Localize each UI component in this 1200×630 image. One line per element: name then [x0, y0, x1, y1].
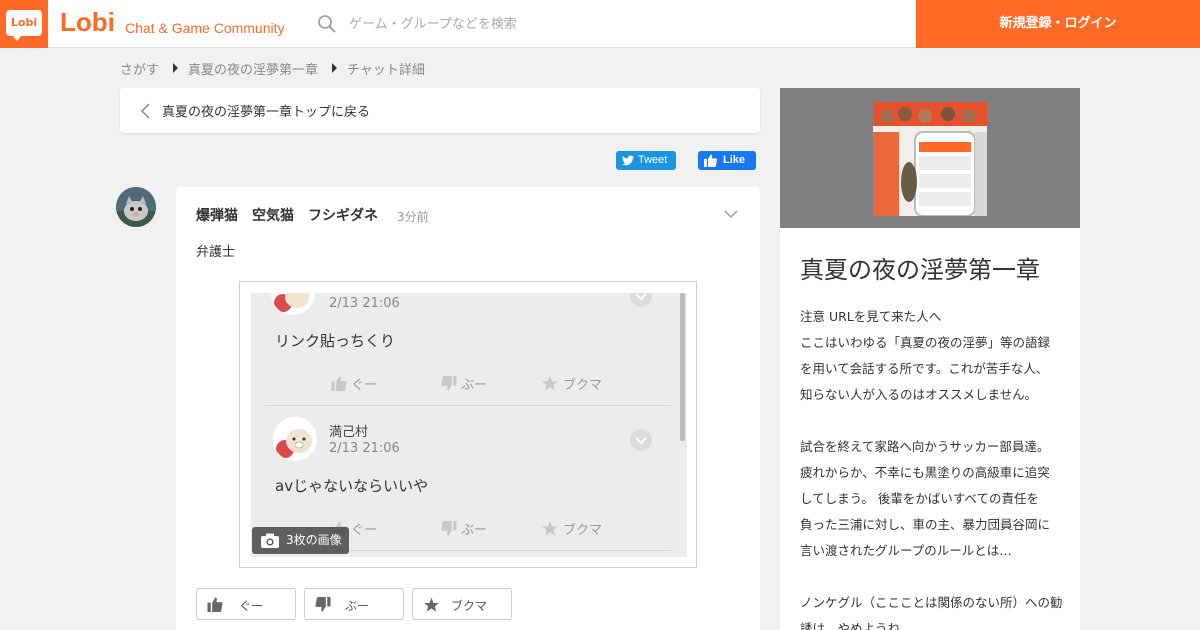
description-line: 知らない人が入るのはオススメしません。 — [800, 387, 1038, 402]
screenshot-boo: ぶー — [441, 519, 487, 538]
group-description: 注意 URLを見て来た人へ ここはいわゆる「真夏の夜の淫夢」等の語録 を用いて会… — [800, 304, 1065, 630]
thumbs-down-icon — [441, 521, 457, 536]
breadcrumb-arrow-icon — [332, 63, 338, 73]
signup-login-button[interactable]: 新規登録・ログイン — [916, 0, 1200, 48]
boo-label: ぶー — [345, 599, 370, 613]
site-header: Lobi Lobi Chat & Game Community 新規登録・ログイ… — [0, 0, 1200, 48]
thumbs-up-icon — [207, 597, 223, 612]
camera-icon — [261, 533, 279, 548]
brand-name[interactable]: Lobi — [60, 7, 115, 38]
description-line: を用いて会話する所です。これが苦手な人、 — [800, 361, 1049, 376]
description-line: 誘は…やめようね — [800, 621, 901, 630]
screenshot-boo: ぶー — [441, 374, 487, 393]
brand-tagline: Chat & Game Community — [125, 20, 285, 36]
breadcrumb-search[interactable]: さがす — [120, 59, 159, 78]
author-avatar[interactable] — [116, 187, 156, 227]
star-icon — [542, 520, 558, 536]
thumbs-down-icon — [315, 597, 331, 612]
group-thumbnail-image — [873, 102, 987, 216]
star-icon — [542, 375, 558, 391]
message-image[interactable]: 2/13 21:06 リンク貼っちくり ぐー ぶー ブクマ 満己村 2/13 2… — [239, 281, 697, 568]
description-line: 疲れからか、不幸にも黒塗りの高級車に追突 — [800, 465, 1050, 480]
screenshot-post1-time: 2/13 21:06 — [329, 296, 400, 311]
search-icon — [318, 15, 336, 33]
logo-bubble: Lobi — [6, 10, 42, 36]
description-line: 試合を終えて家路へ向かうサッカー部員達。 — [800, 439, 1050, 454]
screenshot-chevron-icon — [630, 429, 652, 451]
screenshot-post1-text: リンク貼っちくり — [275, 332, 396, 350]
description-blank-line — [800, 408, 1065, 434]
screenshot-bookmark: ブクマ — [541, 519, 602, 538]
screenshot-chevron-icon — [630, 293, 652, 307]
bookmark-label: ブクマ — [451, 599, 488, 613]
description-blank-line — [800, 564, 1065, 590]
thumbs-up-icon — [331, 376, 347, 391]
screenshot-post2-text: avじゃないならいいや — [275, 477, 429, 495]
chevron-left-icon — [140, 103, 150, 119]
screenshot-post2-name: 満己村 — [329, 425, 369, 440]
description-line: ノンケグル（ここことは関係のない所）への勧 — [800, 595, 1063, 610]
image-count-label: 3枚の画像 — [286, 533, 342, 547]
good-button[interactable]: ぐー — [196, 588, 296, 620]
chat-screenshot: 2/13 21:06 リンク貼っちくり ぐー ぶー ブクマ 満己村 2/13 2… — [251, 293, 687, 557]
message-time: 3分前 — [397, 210, 429, 224]
bookmark-button[interactable]: ブクマ — [412, 588, 512, 620]
thumbs-up-icon — [704, 154, 717, 167]
boo-button[interactable]: ぶー — [304, 588, 404, 620]
thumbs-down-icon — [441, 376, 457, 391]
good-label: ぐー — [239, 599, 264, 613]
cat-avatar-image — [116, 187, 156, 227]
search-input[interactable] — [349, 8, 889, 40]
breadcrumb: さがす 真夏の夜の淫夢第一章 チャット詳細 — [120, 59, 425, 78]
breadcrumb-chat-detail: チャット詳細 — [347, 62, 425, 78]
message-body: 弁護士 — [196, 245, 236, 260]
description-line: 負った三浦に対し、車の主、暴力団員谷岡に — [800, 517, 1051, 532]
logo-text: Lobi — [10, 16, 38, 29]
image-count-badge[interactable]: 3枚の画像 — [252, 527, 349, 554]
breadcrumb-group[interactable]: 真夏の夜の淫夢第一章 — [188, 59, 318, 78]
chevron-down-icon[interactable] — [724, 209, 738, 219]
screenshot-bookmark: ブクマ — [541, 374, 602, 393]
tweet-button[interactable]: Tweet — [616, 151, 676, 170]
description-line: 注意 URLを見て来た人へ — [800, 309, 942, 324]
screenshot-good: ぐー — [331, 374, 377, 393]
twitter-bird-icon — [622, 155, 634, 166]
screenshot-avatar — [273, 417, 317, 461]
screenshot-avatar — [271, 293, 315, 315]
back-link-label: 真夏の夜の淫夢第一章トップに戻る — [162, 105, 371, 120]
group-title: 真夏の夜の淫夢第一章 — [800, 256, 1040, 284]
lobi-logo[interactable]: Lobi — [0, 0, 48, 48]
star-icon — [424, 597, 439, 612]
description-line: ここはいわゆる「真夏の夜の淫夢」等の語録 — [800, 335, 1051, 350]
breadcrumb-arrow-icon — [173, 63, 179, 73]
group-thumbnail[interactable] — [873, 102, 987, 216]
logo-bubble-tail — [12, 35, 22, 41]
screenshot-scrollbar — [680, 293, 685, 441]
description-line: してしまう。 後輩をかばいすべての責任を — [800, 491, 1039, 506]
tweet-label: Tweet — [638, 154, 668, 166]
description-line: 言い渡されたグループのルールとは… — [800, 543, 1012, 558]
facebook-like-button[interactable]: Like — [698, 151, 756, 170]
like-label: Like — [723, 154, 746, 166]
screenshot-divider — [265, 405, 671, 406]
message-author[interactable]: 爆弾猫 空気猫 フシギダネ — [196, 205, 378, 225]
screenshot-post2-time: 2/13 21:06 — [329, 441, 400, 456]
